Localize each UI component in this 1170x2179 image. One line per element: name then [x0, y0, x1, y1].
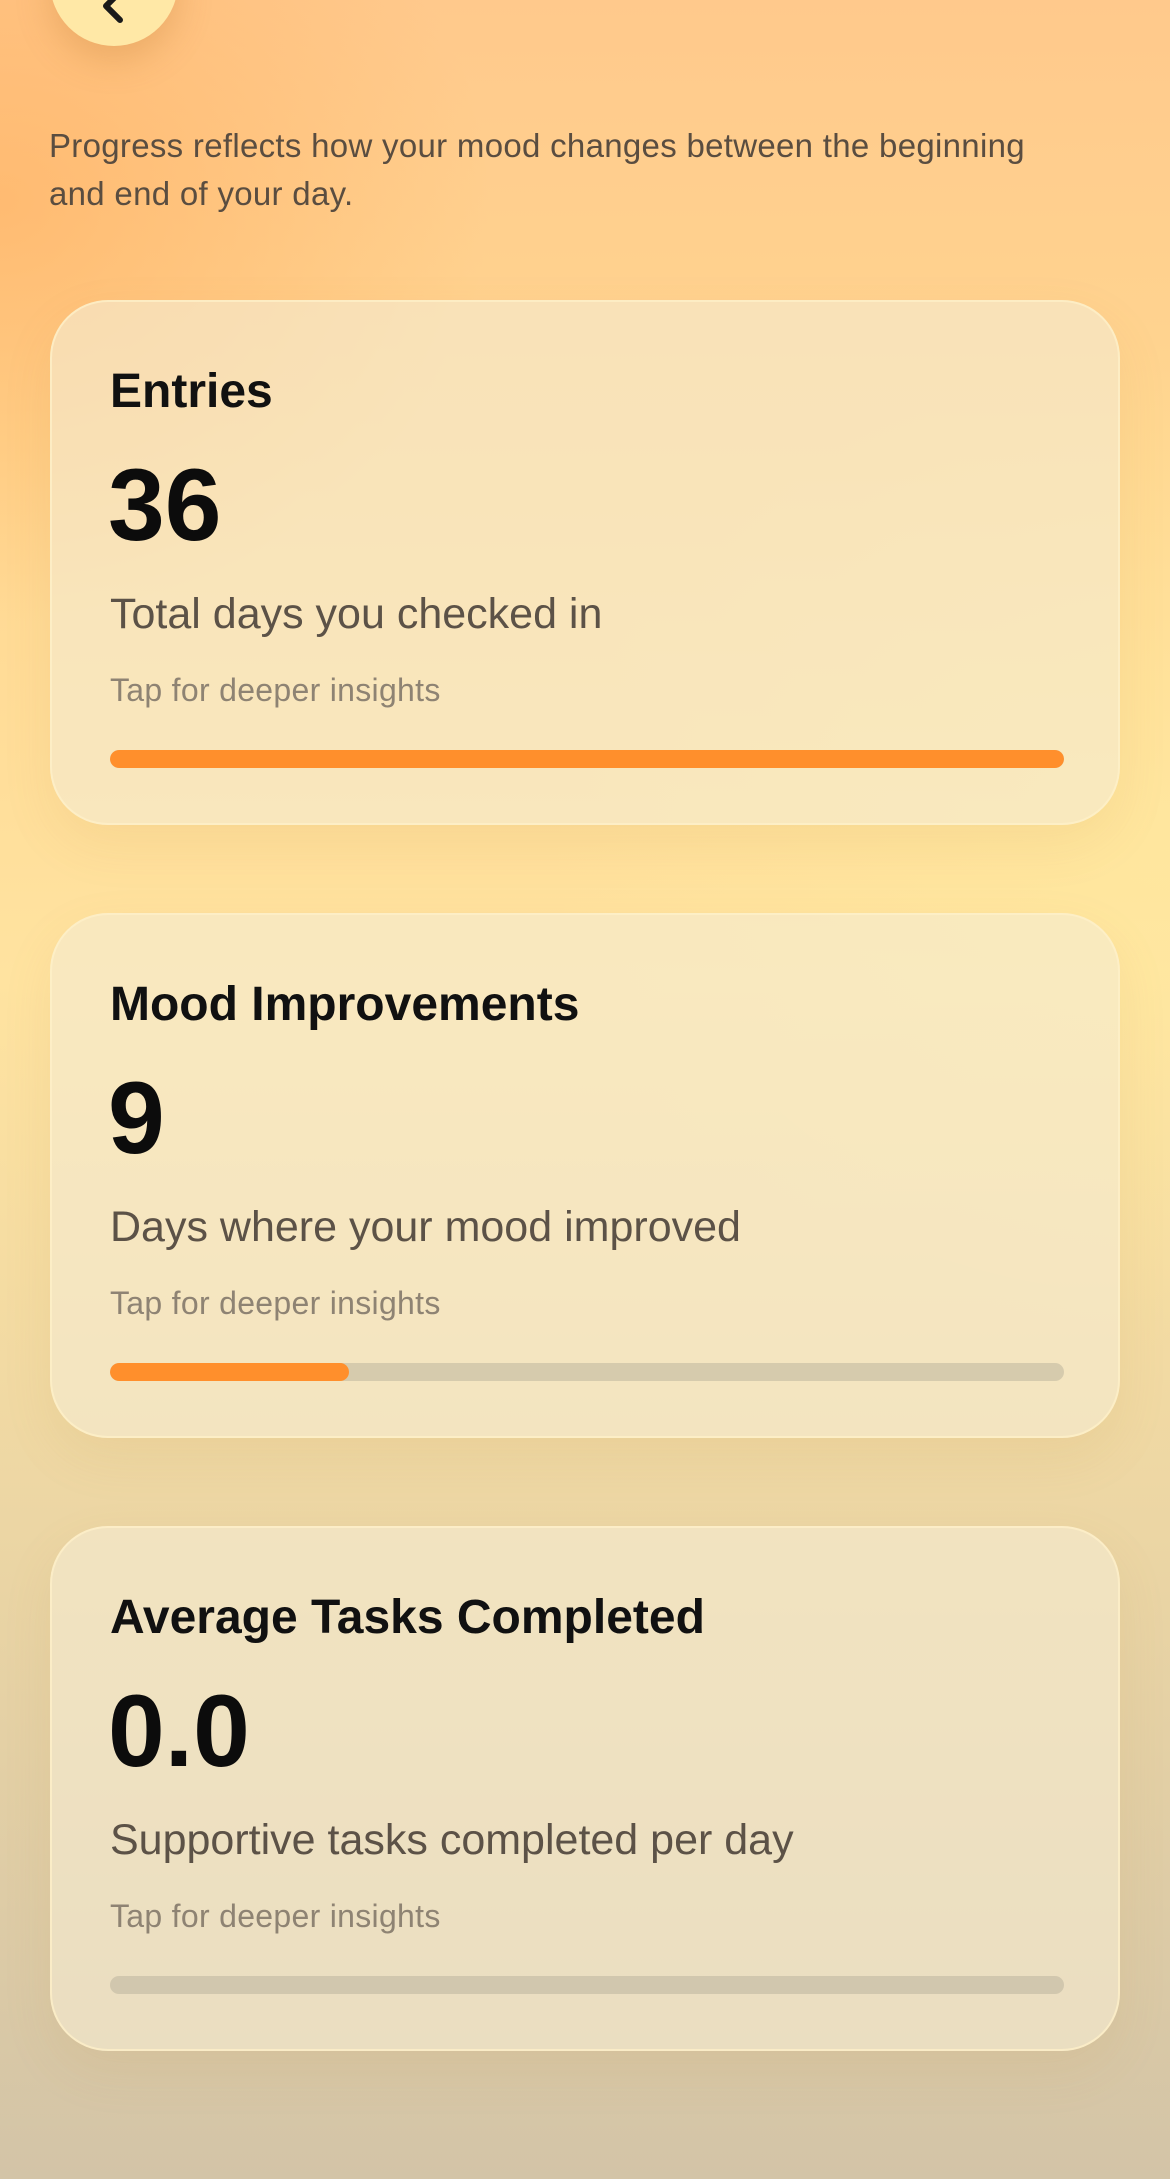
card-title: Average Tasks Completed	[110, 1591, 705, 1644]
entries-card[interactable]: Entries 36 Total days you checked in Tap…	[50, 300, 1120, 825]
card-hint: Tap for deeper insights	[110, 672, 441, 708]
average-tasks-card[interactable]: Average Tasks Completed 0.0 Supportive t…	[50, 1526, 1120, 2051]
card-value: 36	[108, 448, 222, 562]
card-hint: Tap for deeper insights	[110, 1285, 441, 1321]
card-value: 9	[108, 1061, 165, 1175]
back-button[interactable]	[50, 0, 178, 46]
card-title: Mood Improvements	[110, 978, 580, 1031]
progress-fill	[110, 750, 1064, 768]
card-title: Entries	[110, 365, 273, 418]
card-description: Supportive tasks completed per day	[110, 1816, 794, 1864]
card-description: Days where your mood improved	[110, 1203, 741, 1251]
intro-text: Progress reflects how your mood changes …	[49, 127, 1025, 212]
chevron-left-icon	[94, 0, 134, 26]
card-hint: Tap for deeper insights	[110, 1898, 441, 1934]
progress-fill	[110, 1363, 349, 1381]
progress-bar	[110, 1363, 1064, 1381]
mood-improvements-card[interactable]: Mood Improvements 9 Days where your mood…	[50, 913, 1120, 1438]
progress-bar	[110, 750, 1064, 768]
progress-bar	[110, 1976, 1064, 1994]
card-value: 0.0	[108, 1674, 250, 1788]
card-description: Total days you checked in	[110, 590, 603, 638]
